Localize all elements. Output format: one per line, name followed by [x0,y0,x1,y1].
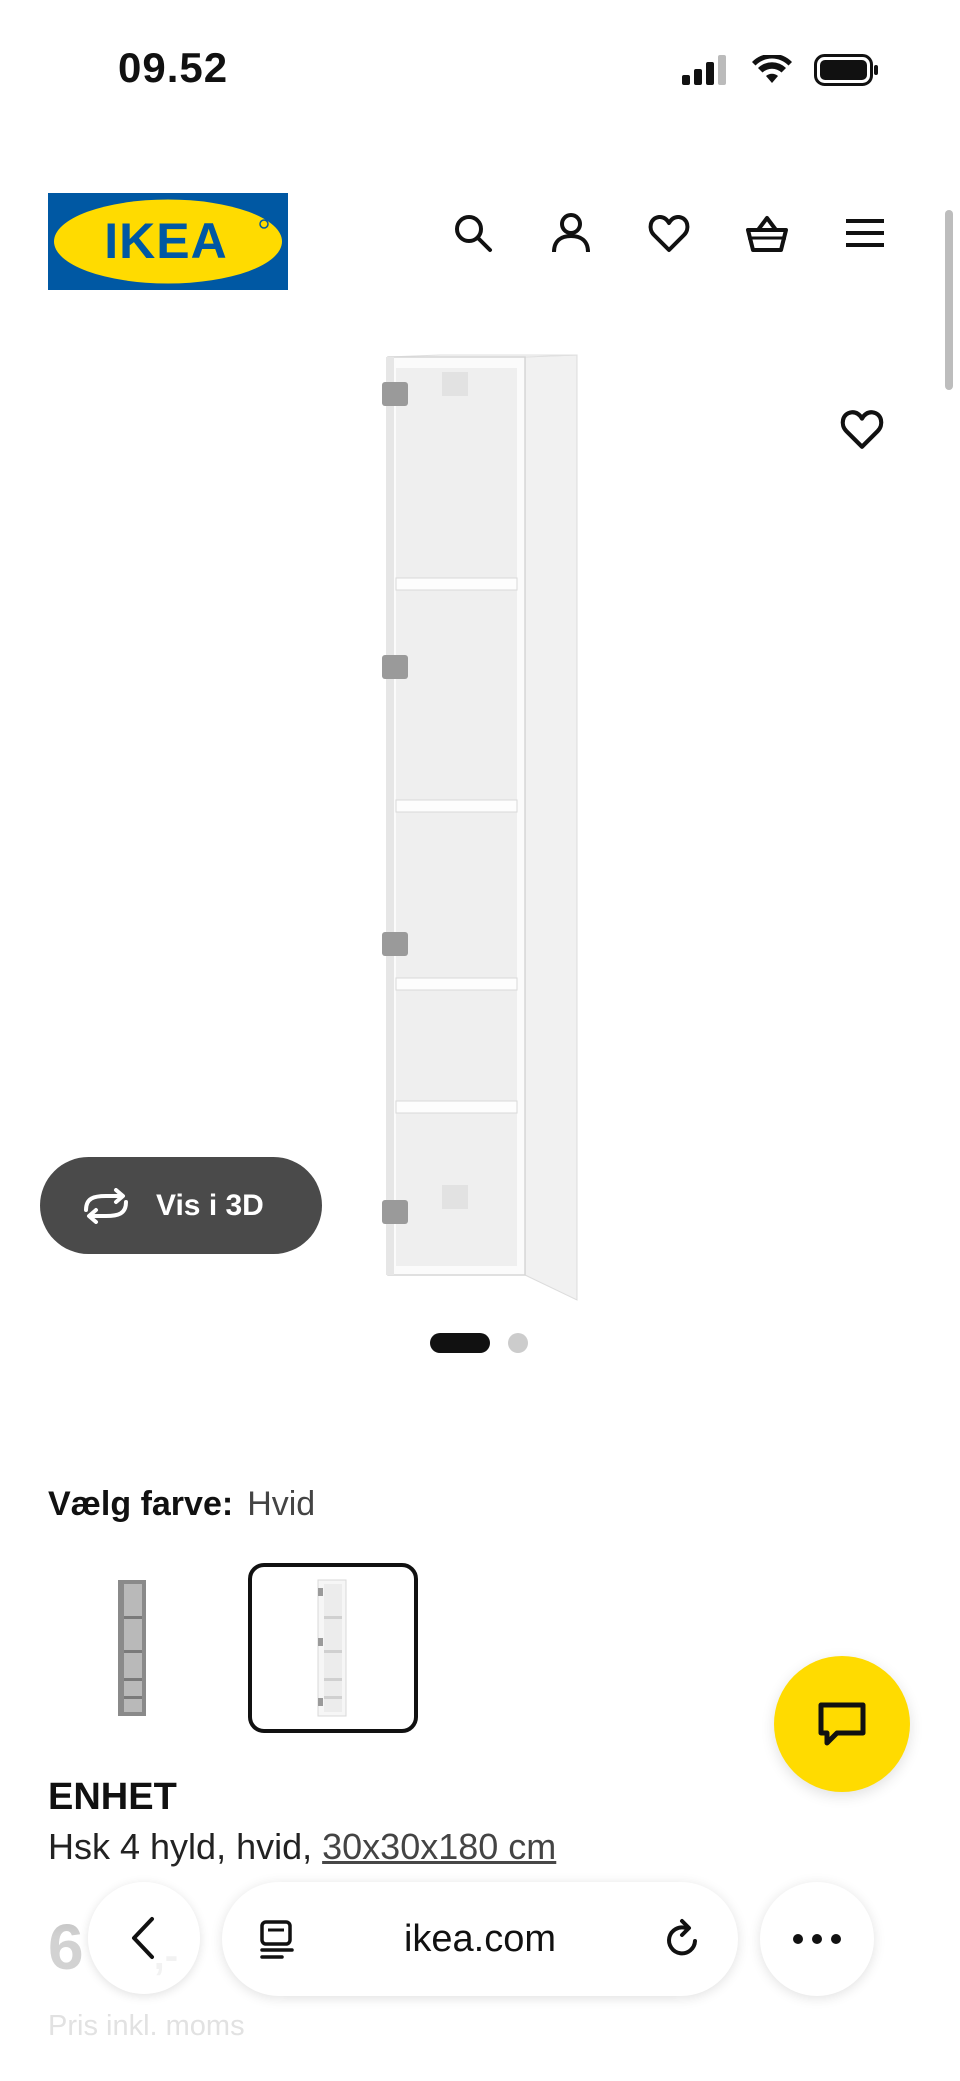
status-icons [682,54,880,86]
color-label: Vælg farve: [48,1485,234,1523]
product-description: Hsk 4 hyld, hvid, 30x30x180 cm [48,1826,556,1868]
product-dimensions-link[interactable]: 30x30x180 cm [322,1826,556,1867]
site-header: IKEA [0,190,960,290]
account-icon[interactable] [548,210,594,256]
color-swatches [48,1563,418,1733]
carousel-dot[interactable] [508,1333,528,1353]
heart-icon[interactable] [646,210,692,256]
grey-swatch[interactable] [48,1563,218,1733]
url-text: ikea.com [403,1917,557,1960]
more-icon [793,1934,841,1944]
search-icon[interactable] [450,210,496,256]
address-bar[interactable]: ikea.com [222,1882,738,1996]
view-3d-button[interactable]: Vis i 3D [40,1157,322,1254]
grey-cabinet-thumbnail [118,1580,146,1716]
carousel-indicator [430,1333,528,1353]
ikea-logo[interactable]: IKEA [48,193,288,290]
color-selected-value: Hvid [247,1485,316,1523]
reader-icon[interactable] [258,1919,298,1959]
favorite-heart-icon[interactable] [838,405,886,453]
back-icon [132,1917,154,1959]
back-button[interactable] [88,1882,200,1994]
ikea-logo-mark: IKEA [48,193,288,290]
browser-toolbar: ikea.com [0,1880,960,2000]
color-selector-label: Vælg farve: Hvid [48,1485,315,1524]
wifi-icon [752,55,792,83]
shopping-basket-icon[interactable] [744,210,790,256]
cellular-signal-icon [682,55,726,85]
logo-text: IKEA [104,213,227,269]
price-note: Pris inkl. moms [48,2010,245,2042]
rotate-3d-icon [84,1187,128,1224]
heart-icon [840,410,884,449]
header-actions [450,210,888,256]
white-cabinet-thumbnail [317,1579,347,1717]
product-name[interactable]: ENHET [48,1776,177,1819]
chat-button[interactable] [774,1656,910,1792]
chat-icon [818,1702,866,1746]
product-description-text: Hsk 4 hyld, hvid, [48,1826,323,1867]
reload-icon[interactable] [662,1917,704,1961]
menu-icon[interactable] [842,210,888,256]
status-bar: 09.52 [0,0,960,140]
white-swatch[interactable] [248,1563,418,1733]
more-button[interactable] [760,1882,874,1996]
view-3d-label: Vis i 3D [156,1188,264,1222]
status-time: 09.52 [118,44,229,91]
battery-icon [814,54,878,86]
carousel-dot-active[interactable] [430,1333,490,1353]
